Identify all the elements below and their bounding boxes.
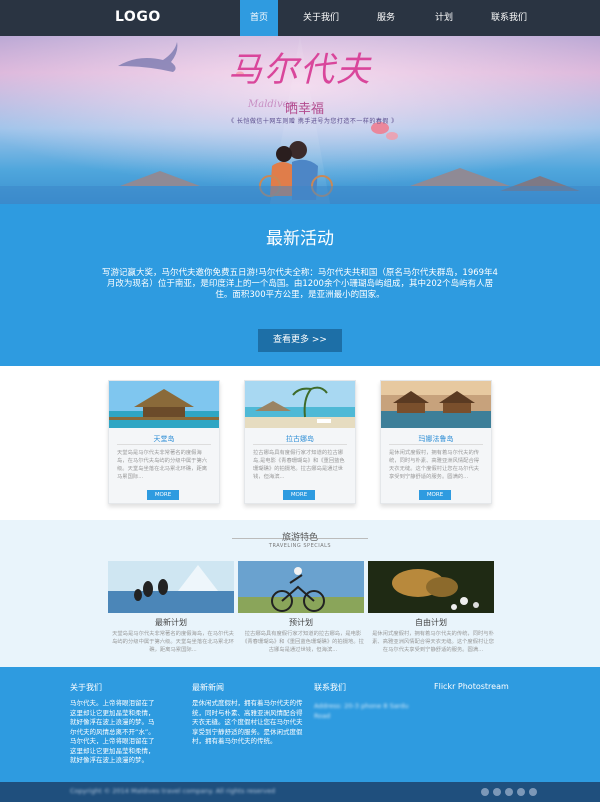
special-text: 天堂岛是马尔代夫非常著名的度假海岛，在马尔代夫岛屿的分级中属于第六级。天堂岛坐落… — [112, 631, 234, 653]
footer-contact-text: Address: 20-3 phone 8 Sardu Road — [314, 702, 409, 720]
twitter-icon[interactable] — [493, 788, 501, 796]
footer-flickr: Flickr Photostream — [434, 682, 544, 691]
activity-text: 写游记赢大奖，马尔代夫邀你免费五日游!马尔代夫全称：马尔代夫共和国（原名马尔代夫… — [102, 268, 498, 300]
footer-flickr-heading: Flickr Photostream — [434, 682, 509, 691]
nav-about[interactable]: 关于我们 — [294, 0, 348, 36]
island-title: 天堂岛 — [153, 435, 175, 443]
activity-section: 最新活动 写游记赢大奖，马尔代夫邀你免费五日游!马尔代夫全称：马尔代夫共和国（原… — [0, 204, 600, 366]
island-more-button[interactable]: MORE — [419, 490, 451, 500]
footer-about-text: 马尔代夫。上帝将眼泪留在了这里却让它更加晶莹和柔情，就好像浮在波上浪漫的梦。马尔… — [70, 699, 155, 764]
footer: 关于我们 马尔代夫。上帝将眼泪留在了这里却让它更加晶莹和柔情，就好像浮在波上浪漫… — [0, 667, 600, 782]
special-image — [108, 561, 234, 613]
hero-title: 马尔代夫 — [228, 50, 372, 90]
logo[interactable]: LOGO — [115, 9, 161, 25]
special-name: 最新计划 — [155, 618, 187, 627]
specials-subtitle: TRAVELING SPECIALS — [268, 543, 332, 549]
nav-plans[interactable]: 计划 — [424, 0, 464, 36]
view-more-button[interactable]: 查看更多 >> — [258, 329, 342, 352]
island-text: 是休闲式度假村，拥有着马尔代夫的传统，同时与朴素、高雅亚洲风情配合得天衣无缝。这… — [389, 450, 480, 480]
island-image — [245, 381, 355, 428]
hero-subtitle: 晒幸福 — [285, 102, 325, 117]
special-image — [238, 561, 364, 613]
footer-about-heading: 关于我们 — [70, 683, 102, 692]
island-title: 拉古娜岛 — [286, 435, 314, 443]
copyright-text: Copyright © 2014 Maldives travel company… — [70, 787, 276, 795]
special-text: 是休闲式度假村，拥有着马尔代夫的传统，同时与朴素、高雅亚洲风情配合得天衣无缝。这… — [372, 631, 494, 653]
island-more-button[interactable]: MORE — [283, 490, 315, 500]
island-more-button[interactable]: MORE — [147, 490, 179, 500]
facebook-icon[interactable] — [481, 788, 489, 796]
specials-section: 旅游特色 TRAVELING SPECIALS 最新计划 预计划 自由计划 天堂… — [0, 520, 600, 667]
vimeo-icon[interactable] — [505, 788, 513, 796]
email-icon[interactable] — [529, 788, 537, 796]
nav-services[interactable]: 服务 — [366, 0, 406, 36]
top-nav: LOGO 首页 关于我们 服务 计划 联系我们 — [0, 0, 600, 36]
special-name: 自由计划 — [415, 618, 447, 627]
island-text: 拉古娜岛具有度假行家才知道的拉古娜岛,是电影《青春珊瑚岛》和《重回蓝色珊瑚礁》的… — [253, 450, 345, 480]
specials-title: 旅游特色 — [281, 533, 318, 543]
divider — [389, 444, 483, 445]
divider — [117, 444, 211, 445]
island-image — [109, 381, 219, 428]
footer-about: 关于我们 马尔代夫。上帝将眼泪留在了这里却让它更加晶莹和柔情，就好像浮在波上浪漫… — [70, 682, 160, 766]
rss-icon[interactable] — [517, 788, 525, 796]
footer-news: 最新新闻 是休闲式度假村，拥有着马尔代夫的传统，同时与朴素、高雅亚洲风情配合得天… — [192, 682, 304, 747]
bottom-bar: Copyright © 2014 Maldives travel company… — [0, 782, 600, 802]
footer-news-heading: 最新新闻 — [192, 683, 224, 692]
special-image — [368, 561, 494, 613]
nav-home[interactable]: 首页 — [240, 0, 278, 36]
divider — [253, 444, 347, 445]
island-card: 拉古娜岛 拉古娜岛具有度假行家才知道的拉古娜岛,是电影《青春珊瑚岛》和《重回蓝色… — [244, 380, 356, 504]
island-card: 天堂岛 天堂岛是马尔代夫非常著名的度假海岛，在马尔代夫岛屿的分级中属于第六级。天… — [108, 380, 220, 504]
nav-contact[interactable]: 联系我们 — [482, 0, 536, 36]
island-card: 玛娜法鲁岛 是休闲式度假村，拥有着马尔代夫的传统，同时与朴素、高雅亚洲风情配合得… — [380, 380, 492, 504]
activity-title: 最新活动 — [266, 229, 334, 249]
footer-contact-heading: 联系我们 — [314, 683, 346, 692]
special-text: 拉古娜岛具有度假行家才知道的拉古娜岛，是电影《青春珊瑚岛》和《重回蓝色珊瑚礁》的… — [242, 631, 364, 653]
island-text: 天堂岛是马尔代夫非常著名的度假海岛，在马尔代夫岛屿的分级中属于第六级。天堂岛坐落… — [117, 450, 208, 480]
footer-contact: 联系我们 Address: 20-3 phone 8 Sardu Road — [314, 682, 414, 721]
hero-tagline: 《 长恺做信十网车则赠 携手进号为您打造不一样的春假 》 — [228, 118, 398, 125]
special-name: 预计划 — [289, 618, 313, 627]
island-image — [381, 381, 491, 428]
island-title: 玛娜法鲁岛 — [418, 435, 454, 443]
hero-banner: 马尔代夫 Maldives 晒幸福 《 长恺做信十网车则赠 携手进号为您打造不一… — [0, 36, 600, 204]
islands-section: 天堂岛 天堂岛是马尔代夫非常著名的度假海岛，在马尔代夫岛屿的分级中属于第六级。天… — [0, 366, 600, 520]
footer-news-text: 是休闲式度假村，拥有着马尔代夫的传统，同时与朴素、高雅亚洲风情配合得天衣无缝。这… — [192, 699, 303, 745]
